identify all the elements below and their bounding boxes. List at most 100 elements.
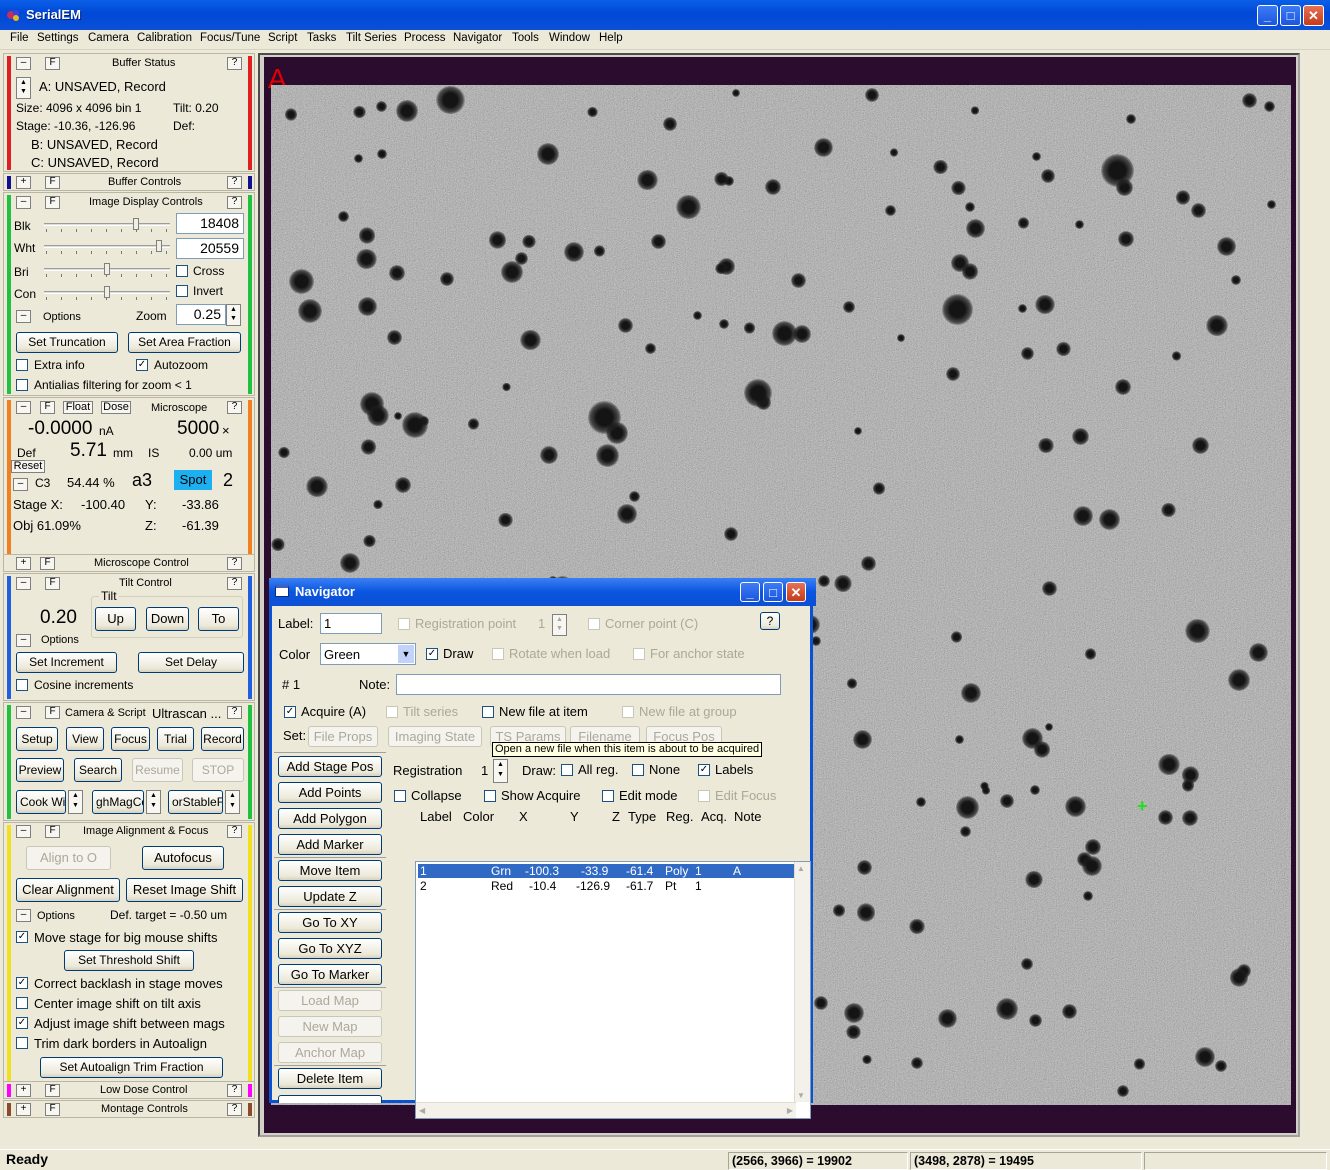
menu-calibration[interactable]: Calibration	[137, 32, 192, 44]
script-1-spin-icon[interactable]: ▲ ▼	[68, 790, 83, 814]
script-2-spin-icon[interactable]: ▲ ▼	[146, 790, 161, 814]
go-to-xy-button[interactable]: Go To XY	[278, 912, 382, 933]
close-icon[interactable]: ✕	[1303, 5, 1324, 26]
menu-navigator[interactable]: Navigator	[453, 32, 502, 44]
navigator-title-bar[interactable]: Navigator _ □ ✕	[269, 578, 816, 606]
expand-button[interactable]: +	[16, 557, 31, 570]
menu-tilt-series[interactable]: Tilt Series	[346, 32, 397, 44]
set-increment-button[interactable]: Set Increment	[16, 652, 117, 673]
help-button[interactable]: ?	[227, 401, 242, 414]
new-file-item-checkbox[interactable]	[482, 706, 494, 718]
tilt-up-button[interactable]: Up	[95, 607, 136, 631]
float-panel-button[interactable]: F	[45, 706, 60, 719]
zoom-spin-icon[interactable]: ▲ ▼	[226, 304, 241, 326]
resume-button[interactable]: Resume	[132, 758, 183, 782]
load-map-button[interactable]: Load Map	[278, 990, 382, 1011]
menu-tools[interactable]: Tools	[512, 32, 539, 44]
help-button[interactable]: ?	[227, 706, 242, 719]
float-panel-button[interactable]: F	[45, 57, 60, 70]
center-image-shift-checkbox[interactable]	[16, 997, 28, 1009]
menu-camera[interactable]: Camera	[88, 32, 129, 44]
float-panel-button[interactable]: F	[40, 557, 55, 570]
set-truncation-button[interactable]: Set Truncation	[16, 332, 118, 353]
anchor-map-button[interactable]: Anchor Map	[278, 1042, 382, 1063]
collapse-button[interactable]: –	[16, 401, 31, 414]
invert-checkbox[interactable]	[176, 285, 188, 297]
reset-image-shift-button[interactable]: Reset Image Shift	[126, 878, 243, 902]
wht-slider[interactable]	[44, 240, 170, 254]
float-panel-button[interactable]: F	[40, 401, 55, 414]
c3-collapse-button[interactable]: –	[13, 478, 28, 491]
add-marker-button[interactable]: Add Marker	[278, 834, 382, 855]
maximize-icon[interactable]: □	[1280, 5, 1301, 26]
setup-button[interactable]: Setup	[16, 727, 58, 751]
reg-point-spin-icon[interactable]: ▲ ▼	[552, 614, 567, 636]
help-button[interactable]: ?	[227, 1103, 242, 1116]
help-button[interactable]: ?	[227, 57, 242, 70]
close-icon[interactable]: ✕	[786, 582, 806, 602]
menu-window[interactable]: Window	[549, 32, 590, 44]
stop-button[interactable]: STOP	[192, 758, 244, 782]
trial-button[interactable]: Trial	[157, 727, 194, 751]
rotate-when-load-checkbox[interactable]	[492, 648, 504, 660]
blk-slider[interactable]	[44, 218, 170, 232]
clear-alignment-button[interactable]: Clear Alignment	[16, 878, 120, 902]
minimize-icon[interactable]: _	[740, 582, 760, 602]
help-button[interactable]: ?	[227, 176, 242, 189]
help-button[interactable]: ?	[227, 1084, 242, 1097]
go-to-marker-button[interactable]: Go To Marker	[278, 964, 382, 985]
script-1-button[interactable]: Cook Wit	[16, 790, 66, 814]
script-3-spin-icon[interactable]: ▲ ▼	[225, 790, 240, 814]
set-area-fraction-button[interactable]: Set Area Fraction	[128, 332, 241, 353]
extra-info-checkbox[interactable]	[16, 359, 28, 371]
help-button[interactable]: ?	[227, 196, 242, 209]
add-points-button[interactable]: Add Points	[278, 782, 382, 803]
collapse-button[interactable]: –	[16, 577, 31, 590]
maximize-icon[interactable]: □	[763, 582, 783, 602]
set-delay-button[interactable]: Set Delay	[138, 652, 244, 673]
all-reg-checkbox[interactable]	[561, 764, 573, 776]
float-panel-button[interactable]: F	[45, 825, 60, 838]
options-collapse-button[interactable]: –	[16, 310, 31, 323]
contrast-slider[interactable]	[44, 286, 170, 300]
expand-button[interactable]: +	[16, 1103, 31, 1116]
update-z-button[interactable]: Update Z	[278, 886, 382, 907]
scroll-left-icon[interactable]: ◀	[419, 1106, 425, 1115]
autofocus-button[interactable]: Autofocus	[142, 846, 224, 870]
scroll-right-icon[interactable]: ▶	[787, 1106, 793, 1115]
help-button[interactable]: ?	[760, 612, 780, 630]
menu-file[interactable]: File	[10, 32, 29, 44]
help-button[interactable]: ?	[227, 825, 242, 838]
trim-dark-checkbox[interactable]	[16, 1037, 28, 1049]
float-panel-button[interactable]: F	[45, 577, 60, 590]
float-button[interactable]: Float	[63, 401, 93, 414]
options-collapse-button[interactable]: –	[16, 909, 31, 922]
focus-button[interactable]: Focus	[111, 727, 150, 751]
menu-settings[interactable]: Settings	[37, 32, 79, 44]
view-button[interactable]: View	[66, 727, 104, 751]
help-button[interactable]: ?	[227, 557, 242, 570]
add-stage-pos-button[interactable]: Add Stage Pos	[278, 756, 382, 777]
corner-point-checkbox[interactable]	[588, 618, 600, 630]
label-field[interactable]: 1	[320, 613, 382, 634]
acquire-checkbox[interactable]: ✓	[284, 706, 296, 718]
draw-checkbox[interactable]: ✓	[426, 648, 438, 660]
delete-item-button[interactable]: Delete Item	[278, 1068, 382, 1089]
scroll-up-icon[interactable]: ▲	[797, 864, 805, 873]
script-2-button[interactable]: ghMagCo	[92, 790, 144, 814]
collapse-button[interactable]: –	[16, 825, 31, 838]
new-map-button[interactable]: New Map	[278, 1016, 382, 1037]
antialias-checkbox[interactable]	[16, 379, 28, 391]
collapse-button[interactable]: –	[16, 57, 31, 70]
blk-value-field[interactable]: 18408	[176, 213, 244, 234]
cross-checkbox[interactable]	[176, 265, 188, 277]
menu-tasks[interactable]: Tasks	[307, 32, 336, 44]
expand-button[interactable]: +	[16, 1084, 31, 1097]
tilt-down-button[interactable]: Down	[146, 607, 189, 631]
float-panel-button[interactable]: F	[45, 1103, 60, 1116]
preview-button[interactable]: Preview	[16, 758, 64, 782]
float-panel-button[interactable]: F	[45, 1084, 60, 1097]
horizontal-scrollbar[interactable]: ◀ ▶	[416, 1102, 796, 1118]
chevron-down-icon[interactable]: ▼	[398, 645, 414, 663]
minimize-icon[interactable]: _	[1257, 5, 1278, 26]
